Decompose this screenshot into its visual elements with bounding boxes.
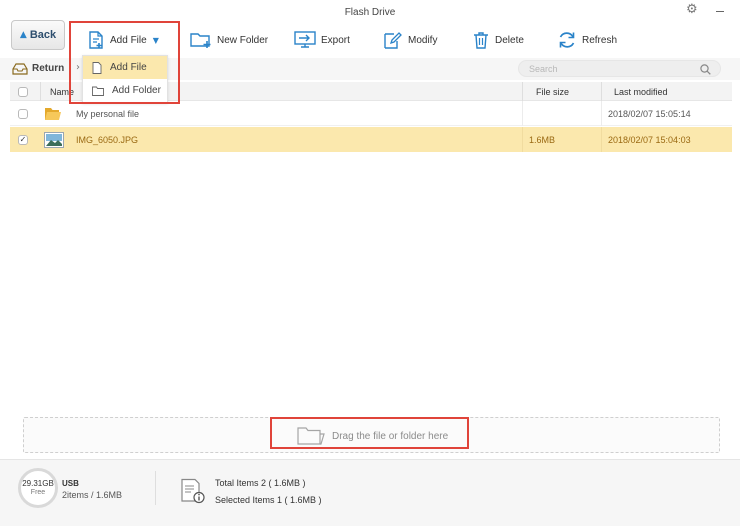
folder-icon — [92, 86, 104, 96]
image-thumbnail-icon — [44, 131, 64, 148]
table-row[interactable]: ✓ IMG_6050.JPG 1.6MB 2018/02/07 15:04:03 — [10, 127, 732, 152]
back-button[interactable]: ▲ Back — [11, 20, 65, 50]
menu-item-label: Add File — [110, 62, 147, 73]
column-divider — [601, 82, 602, 101]
modify-button[interactable]: Modify — [383, 22, 437, 58]
folder-icon — [45, 107, 61, 120]
add-file-dropdown: Add File Add Folder — [82, 55, 168, 103]
modify-label: Modify — [408, 34, 438, 46]
row-icon-cell — [44, 101, 62, 126]
delete-label: Delete — [495, 34, 524, 46]
device-name: USB — [62, 479, 79, 488]
column-divider — [40, 82, 41, 101]
row-checkbox-cell — [18, 101, 28, 126]
file-icon — [92, 61, 102, 74]
row-checkbox[interactable] — [18, 108, 28, 119]
selected-items: Selected Items 1 ( 1.6MB ) — [215, 495, 322, 505]
search-icon[interactable] — [700, 64, 711, 75]
refresh-icon — [559, 32, 575, 48]
title-bar: Flash Drive ⚙ — [0, 0, 740, 22]
folder-outline-icon — [297, 427, 325, 445]
drop-zone[interactable]: Drag the file or folder here — [23, 417, 720, 453]
window-title: Flash Drive — [344, 7, 396, 18]
export-icon — [294, 31, 316, 48]
row-checkbox-checked[interactable]: ✓ — [18, 134, 28, 145]
drop-zone-content: Drag the file or folder here — [297, 426, 448, 446]
column-header-modified[interactable]: Last modified — [614, 82, 668, 101]
breadcrumb-arrow-icon: › — [76, 62, 80, 73]
column-divider — [522, 82, 523, 101]
table-row[interactable]: My personal file 2018/02/07 15:05:14 — [10, 101, 732, 126]
column-divider — [522, 101, 523, 126]
minimize-icon[interactable] — [716, 11, 724, 12]
footer-divider — [155, 471, 156, 505]
row-file-name: My personal file — [76, 108, 140, 119]
new-folder-button[interactable]: New Folder — [190, 22, 268, 58]
row-file-name: IMG_6050.JPG — [76, 134, 139, 145]
column-header-name[interactable]: Name — [50, 82, 74, 101]
menu-item-label: Add Folder — [112, 85, 161, 96]
total-items: Total Items 2 ( 1.6MB ) — [215, 478, 306, 488]
row-checkbox-cell: ✓ — [18, 127, 28, 152]
row-last-modified: 2018/02/07 15:04:03 — [608, 134, 691, 145]
menu-item-add-folder[interactable]: Add Folder — [83, 79, 167, 102]
return-label: Return — [32, 63, 65, 74]
refresh-label: Refresh — [582, 34, 618, 46]
modify-icon — [384, 32, 402, 49]
export-label: Export — [321, 34, 350, 46]
menu-item-add-file[interactable]: Add File — [83, 56, 167, 79]
row-icon-cell — [44, 127, 64, 152]
column-header-size[interactable]: File size — [536, 82, 569, 101]
add-file-label: Add File — [110, 34, 147, 46]
trash-icon — [474, 32, 488, 49]
column-divider — [601, 127, 602, 152]
search-box[interactable] — [518, 60, 721, 77]
row-last-modified: 2018/02/07 15:05:14 — [608, 108, 691, 119]
column-divider — [522, 127, 523, 152]
select-all-cell — [18, 82, 28, 101]
new-folder-label: New Folder — [217, 34, 269, 46]
file-info-icon — [181, 478, 205, 504]
drop-zone-label: Drag the file or folder here — [332, 430, 449, 442]
device-item-count: 2items / 1.6MB — [62, 490, 123, 500]
delete-button[interactable]: Delete — [472, 22, 524, 58]
refresh-button[interactable]: Refresh — [557, 22, 617, 58]
status-footer: 29.31GB Free USB 2items / 1.6MB Total It… — [0, 459, 740, 526]
column-divider — [601, 101, 602, 126]
add-file-icon — [89, 31, 103, 49]
export-button[interactable]: Export — [294, 22, 350, 58]
select-all-checkbox[interactable] — [18, 86, 28, 97]
storage-gauge: 29.31GB Free — [18, 468, 58, 508]
return-tray-icon — [12, 62, 28, 75]
new-folder-icon — [190, 33, 211, 48]
settings-gear-icon[interactable]: ⚙ — [686, 2, 698, 17]
storage-free-label: Free — [30, 488, 46, 496]
search-input[interactable] — [529, 62, 699, 76]
add-file-button[interactable]: Add File ▼ — [87, 22, 159, 58]
back-button-label: Back — [29, 29, 57, 41]
back-arrow-icon: ▲ — [19, 30, 27, 40]
row-file-size: 1.6MB — [529, 134, 556, 145]
storage-capacity: 29.31GB — [22, 478, 54, 488]
chevron-down-icon[interactable]: ▼ — [153, 36, 159, 45]
toolbar: ▲ Back Add File ▼ New Folder Export Modi… — [0, 20, 740, 58]
return-button[interactable]: Return — [12, 59, 64, 78]
